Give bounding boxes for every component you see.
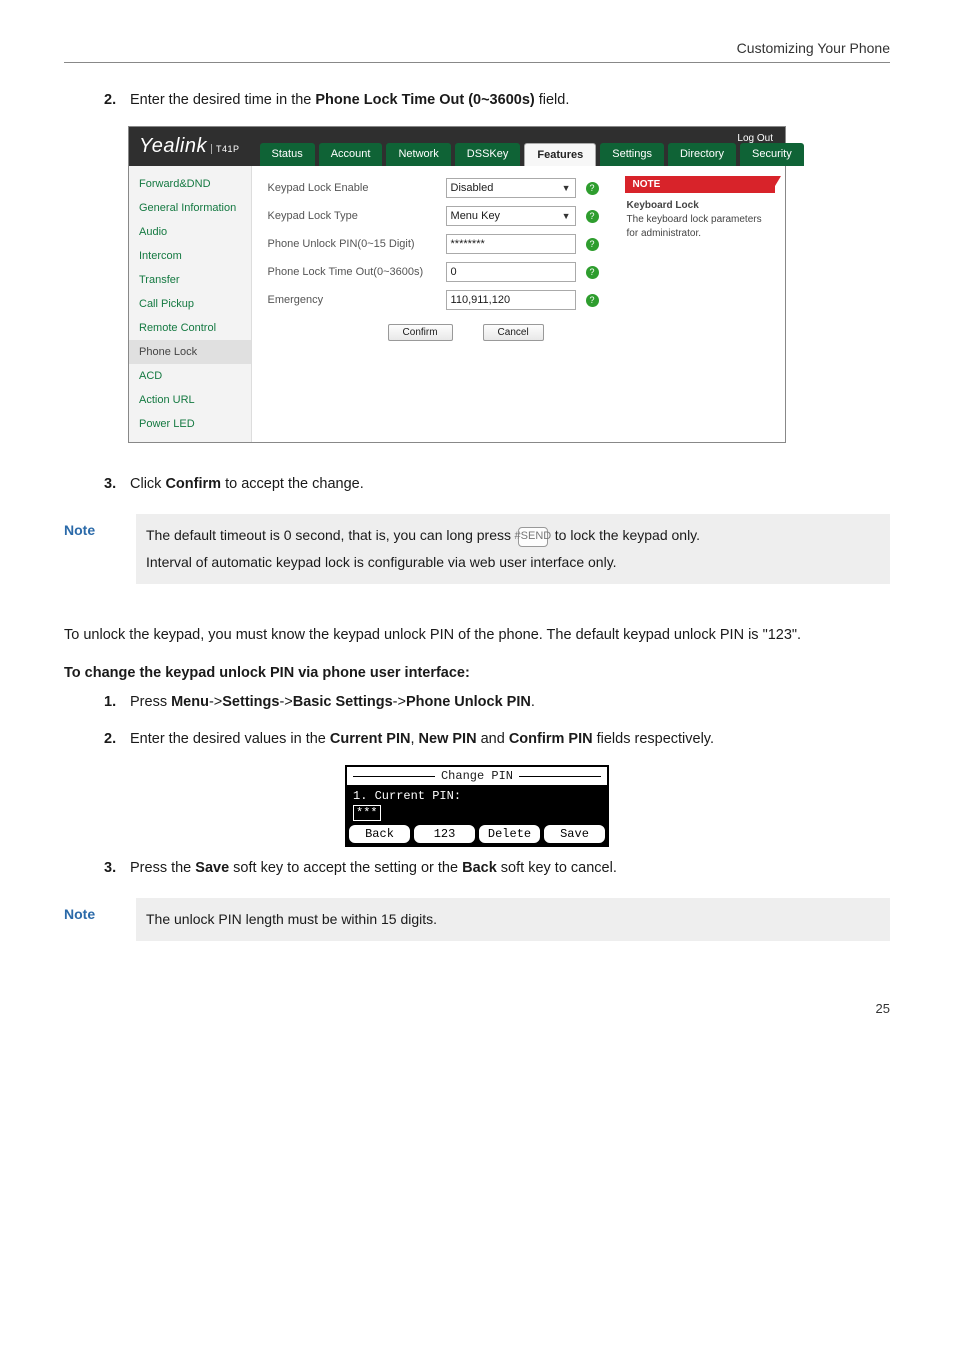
note-panel-title: NOTE (625, 176, 775, 193)
lcd-title: Change PIN (435, 769, 519, 783)
tab-status[interactable]: Status (260, 143, 315, 166)
softkey-123[interactable]: 123 (414, 825, 475, 843)
note-panel-heading: Keyboard Lock (627, 199, 773, 213)
page-number: 25 (64, 1001, 890, 1016)
tab-dsskey[interactable]: DSSKey (455, 143, 521, 166)
label-emergency: Emergency (268, 294, 436, 306)
select-keypad-lock-enable[interactable]: Disabled▼ (446, 178, 576, 198)
note-callout-1: Note The default timeout is 0 second, th… (64, 514, 890, 583)
input-unlock-pin[interactable]: ******** (446, 234, 576, 254)
step-number: 2. (104, 89, 130, 112)
lcd-field-label: 1. Current PIN: (353, 789, 601, 803)
cancel-button[interactable]: Cancel (483, 324, 544, 341)
form-area: Keypad Lock Enable Disabled▼ ? Keypad Lo… (252, 166, 615, 442)
chevron-down-icon: ▼ (562, 183, 571, 193)
substep-2: 2. Enter the desired values in the Curre… (104, 728, 890, 751)
note-label: Note (64, 514, 122, 538)
page-header: Customizing Your Phone (64, 40, 890, 63)
label-keypad-lock-enable: Keypad Lock Enable (268, 182, 436, 194)
substep-3: 3. Press the Save soft key to accept the… (104, 857, 890, 880)
sidebar-item-general-info[interactable]: General Information (129, 196, 251, 220)
softkey-delete[interactable]: Delete (479, 825, 540, 843)
chevron-down-icon: ▼ (562, 211, 571, 221)
pound-key-icon: #SEND (518, 527, 548, 547)
webui-screenshot: YealinkT41P Log Out Status Account Netwo… (128, 126, 786, 443)
webui-logo: YealinkT41P (139, 135, 260, 166)
help-icon[interactable]: ? (586, 266, 599, 279)
step-text: Enter the desired time in the Phone Lock… (130, 89, 890, 112)
sidebar-item-acd[interactable]: ACD (129, 364, 251, 388)
step-3: 3. Click Confirm to accept the change. (104, 473, 890, 496)
step-number: 2. (104, 728, 130, 751)
sidebar: Forward&DND General Information Audio In… (129, 166, 252, 442)
note-callout-2: Note The unlock PIN length must be withi… (64, 898, 890, 941)
procedure-heading: To change the keypad unlock PIN via phon… (64, 665, 890, 681)
select-keypad-lock-type[interactable]: Menu Key▼ (446, 206, 576, 226)
tab-directory[interactable]: Directory (668, 143, 736, 166)
sidebar-item-forward-dnd[interactable]: Forward&DND (129, 172, 251, 196)
sidebar-item-call-pickup[interactable]: Call Pickup (129, 292, 251, 316)
sidebar-item-phone-lock[interactable]: Phone Lock (129, 340, 251, 364)
sidebar-item-intercom[interactable]: Intercom (129, 244, 251, 268)
softkey-back[interactable]: Back (349, 825, 410, 843)
sidebar-item-audio[interactable]: Audio (129, 220, 251, 244)
help-icon[interactable]: ? (586, 294, 599, 307)
substep-1: 1. Press Menu->Settings->Basic Settings-… (104, 691, 890, 714)
lcd-field-value: *** (353, 805, 381, 821)
note-label: Note (64, 898, 122, 922)
help-icon[interactable]: ? (586, 238, 599, 251)
label-lock-timeout: Phone Lock Time Out(0~3600s) (268, 266, 436, 278)
note-panel: NOTE Keyboard Lock The keyboard lock par… (615, 166, 785, 442)
note-panel-text: The keyboard lock parameters for adminis… (627, 213, 773, 241)
page-header-title: Customizing Your Phone (737, 40, 890, 56)
step-number: 3. (104, 857, 130, 880)
step-number: 1. (104, 691, 130, 714)
paragraph-unlock-info: To unlock the keypad, you must know the … (64, 624, 890, 647)
sidebar-item-action-url[interactable]: Action URL (129, 388, 251, 412)
tab-bar: Status Account Network DSSKey Features S… (260, 143, 804, 166)
input-emergency[interactable]: 110,911,120 (446, 290, 576, 310)
sidebar-item-remote-control[interactable]: Remote Control (129, 316, 251, 340)
tab-account[interactable]: Account (319, 143, 383, 166)
help-icon[interactable]: ? (586, 182, 599, 195)
lcd-screenshot: Change PIN 1. Current PIN: *** Back 123 … (345, 765, 609, 847)
sidebar-item-transfer[interactable]: Transfer (129, 268, 251, 292)
tab-features[interactable]: Features (524, 143, 596, 166)
tab-network[interactable]: Network (386, 143, 450, 166)
help-icon[interactable]: ? (586, 210, 599, 223)
step-number: 3. (104, 473, 130, 496)
logout-link[interactable]: Log Out (737, 133, 773, 144)
note-text: The unlock PIN length must be within 15 … (136, 898, 890, 941)
step-2: 2. Enter the desired time in the Phone L… (104, 89, 890, 112)
tab-settings[interactable]: Settings (600, 143, 664, 166)
input-lock-timeout[interactable]: 0 (446, 262, 576, 282)
label-keypad-lock-type: Keypad Lock Type (268, 210, 436, 222)
sidebar-item-power-led[interactable]: Power LED (129, 412, 251, 436)
confirm-button[interactable]: Confirm (388, 324, 453, 341)
label-unlock-pin: Phone Unlock PIN(0~15 Digit) (268, 238, 436, 250)
softkey-save[interactable]: Save (544, 825, 605, 843)
tab-security[interactable]: Security (740, 143, 804, 166)
